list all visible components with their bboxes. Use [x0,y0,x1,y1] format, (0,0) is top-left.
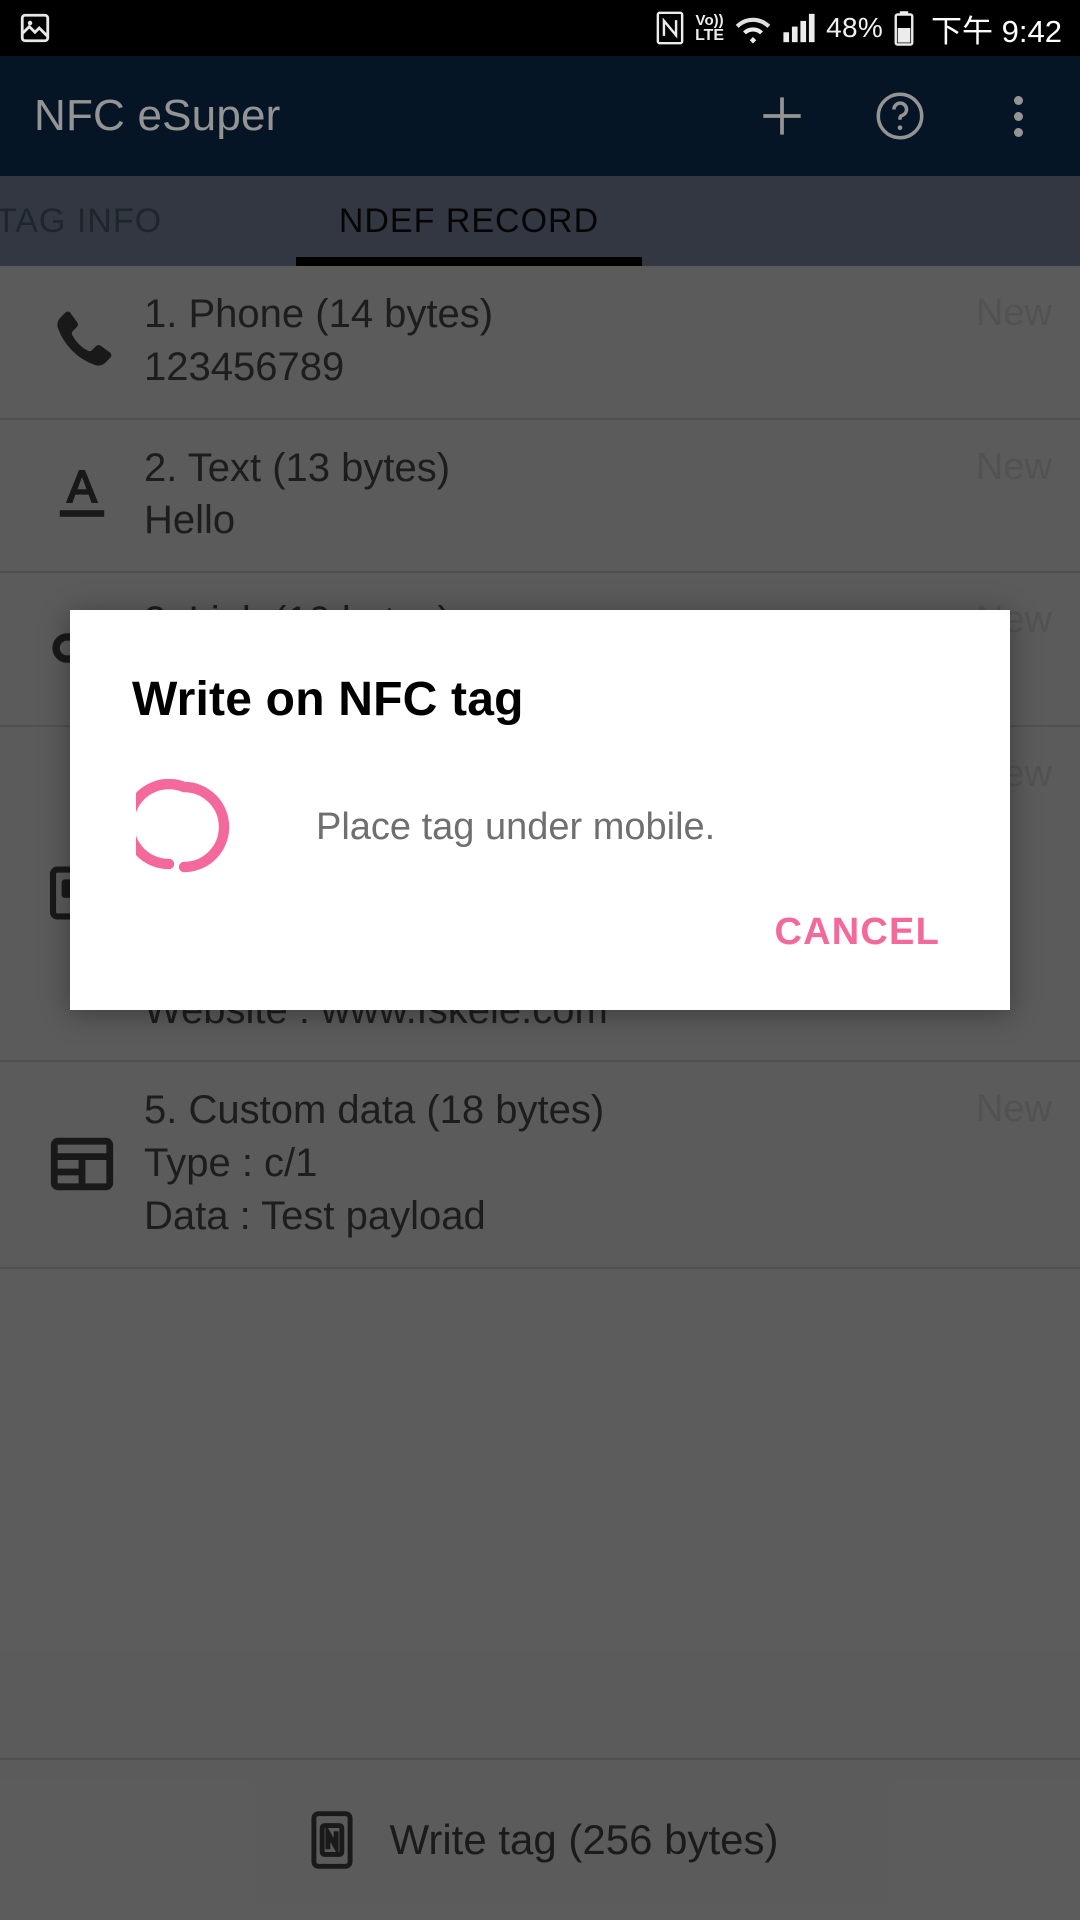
status-bar-right: Vo)) LTE 48% 下午 9:42 [655,6,1062,51]
wifi-icon [734,11,772,45]
progress-spinner-icon [123,778,232,875]
dialog-message: Place tag under mobile. [316,805,716,848]
battery-percent-label: 48% [826,12,884,43]
phone-screen: Vo)) LTE 48% 下午 9:42 NFC eSuper TAG INFO… [0,0,1080,1920]
dialog-title: Write on NFC tag [132,673,524,726]
status-bar: Vo)) LTE 48% 下午 9:42 [0,0,1080,56]
cancel-button[interactable]: CANCEL [764,897,950,968]
dialog-body: Place tag under mobile. [70,727,1010,875]
dialog-actions: CANCEL [70,897,1010,1010]
status-bar-left [18,11,52,45]
cellular-signal-icon [782,12,816,44]
image-icon [18,11,52,45]
clock-label: 下午 9:42 [931,13,1062,49]
battery-icon [893,10,915,46]
volte-icon: Vo)) LTE [695,11,725,44]
nfc-icon [655,11,685,45]
write-nfc-dialog: Write on NFC tag Place tag under mobile.… [70,610,1010,1010]
